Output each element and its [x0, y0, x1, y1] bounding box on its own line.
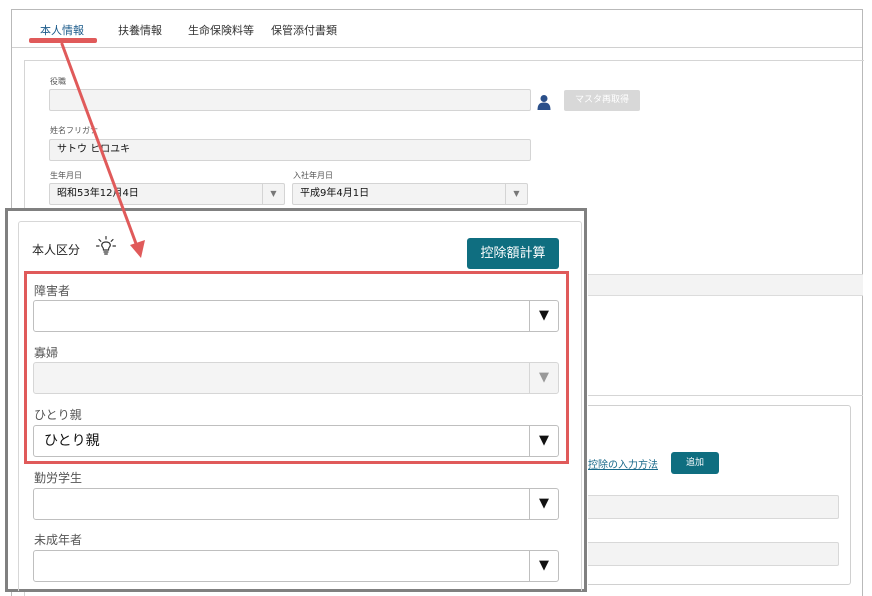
working-student-select[interactable]: ▼: [33, 488, 559, 520]
minor-select[interactable]: ▼: [33, 550, 559, 582]
active-tab-underline: [29, 38, 97, 43]
joined-date-select[interactable]: 平成9年4月1日 ▼: [292, 183, 528, 205]
joined-date-label: 入社年月日: [293, 171, 333, 180]
chevron-down-icon: ▼: [529, 489, 558, 519]
minor-label: 未成年者: [34, 533, 83, 547]
joined-date-value: 平成9年4月1日: [300, 188, 370, 199]
birth-date-value: 昭和53年12月4日: [57, 188, 139, 199]
tab-bar: 本人情報 扶養情報 生命保険料等 保管添付書類: [12, 10, 862, 48]
position-field[interactable]: [49, 89, 531, 111]
divider: [588, 395, 863, 396]
section-band: [588, 274, 863, 296]
position-label: 役職: [50, 77, 66, 86]
working-student-label: 勤労学生: [34, 471, 83, 485]
chevron-down-icon: ▼: [529, 551, 558, 581]
chevron-down-icon: ▼: [505, 184, 527, 204]
lightbulb-icon[interactable]: [96, 236, 116, 256]
calculate-deduction-button[interactable]: 控除額計算: [467, 238, 559, 269]
deduction-field-2[interactable]: [588, 542, 839, 566]
tab-personal-info[interactable]: 本人情報: [40, 22, 84, 38]
section-title: 本人区分: [32, 243, 81, 257]
deduction-field-1[interactable]: [588, 495, 839, 519]
kana-field[interactable]: サトウ ヒロユキ: [49, 139, 531, 161]
highlight-box: [24, 271, 569, 464]
birth-date-label: 生年月日: [50, 171, 82, 180]
kana-label: 姓名フリガナ: [50, 126, 98, 135]
user-icon[interactable]: [537, 94, 551, 110]
input-method-link[interactable]: 控除の入力方法: [588, 456, 658, 471]
tab-attachments[interactable]: 保管添付書類: [271, 22, 337, 38]
refetch-master-button[interactable]: マスタ再取得: [564, 90, 640, 111]
add-button[interactable]: 追加: [671, 452, 719, 474]
birth-date-select[interactable]: 昭和53年12月4日 ▼: [49, 183, 285, 205]
chevron-down-icon: ▼: [262, 184, 284, 204]
tab-dependents[interactable]: 扶養情報: [118, 22, 162, 38]
tab-life-insurance[interactable]: 生命保険料等: [188, 22, 254, 38]
